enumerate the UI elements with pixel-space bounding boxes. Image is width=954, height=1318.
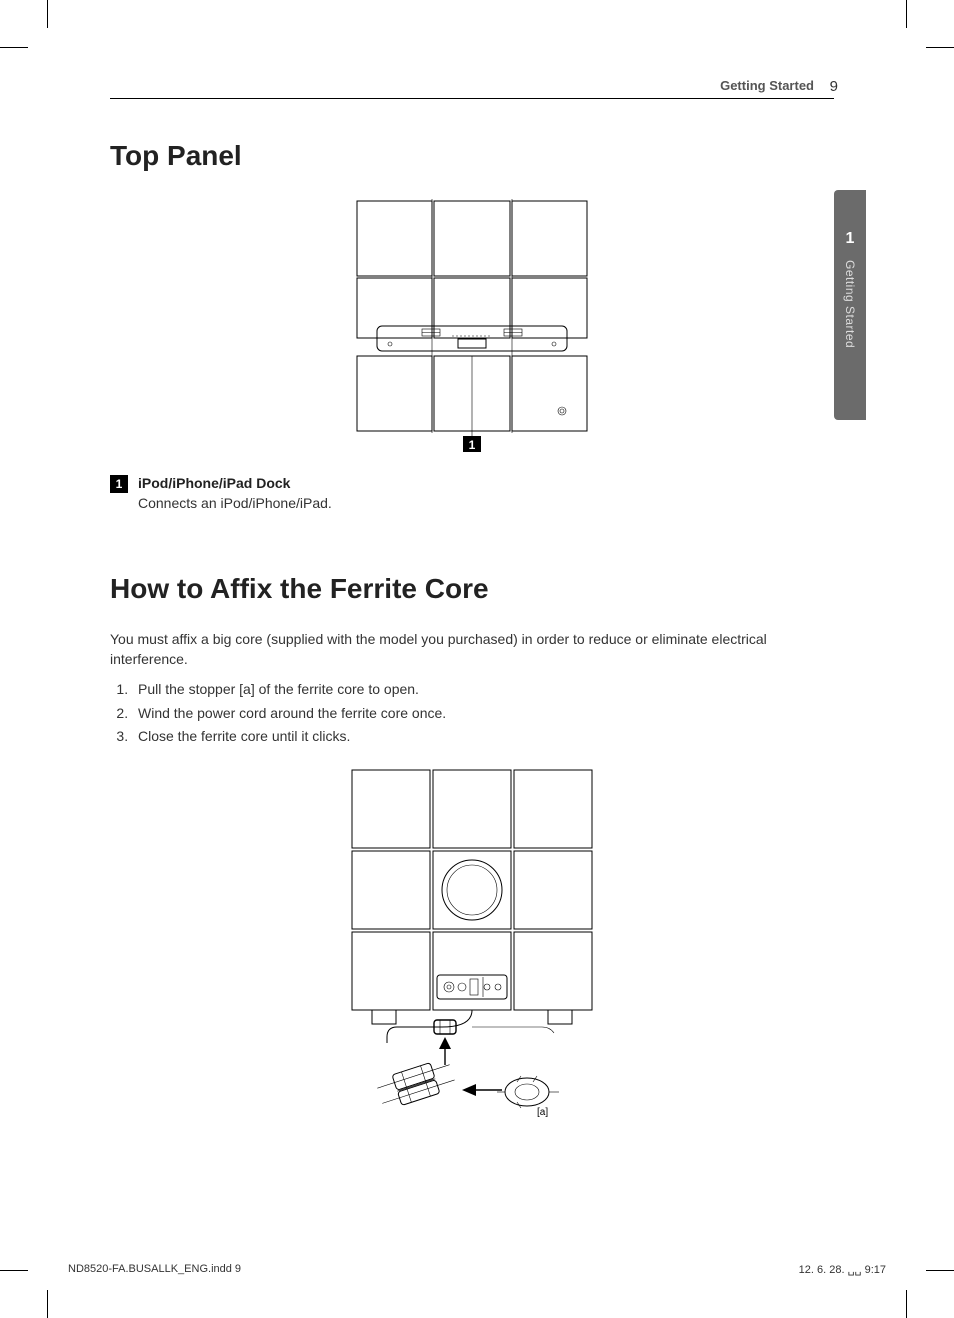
ferrite-figure: [a] [110, 765, 834, 1145]
svg-text:[a]: [a] [537, 1107, 548, 1118]
svg-text:1: 1 [469, 438, 476, 452]
ferrite-steps: Pull the stopper [a] of the ferrite core… [110, 678, 834, 749]
footer-filename: ND8520-FA.BUSALLK_ENG.indd 9 [68, 1263, 241, 1276]
header-section: Getting Started [720, 78, 814, 93]
top-panel-diagram-icon: 1 [352, 196, 592, 456]
callout-title: iPod/iPhone/iPad Dock [138, 474, 332, 494]
top-panel-heading: Top Panel [110, 140, 834, 172]
chapter-tab: 1 Getting Started [834, 190, 866, 420]
ferrite-step-3: Close the ferrite core until it clicks. [132, 725, 834, 749]
ferrite-step-2: Wind the power cord around the ferrite c… [132, 702, 834, 726]
callout-number-box: 1 [110, 475, 128, 493]
ferrite-diagram-icon: [a] [342, 765, 602, 1145]
ferrite-intro: You must affix a big core (supplied with… [110, 629, 834, 670]
top-panel-figure: 1 [110, 196, 834, 456]
ferrite-heading: How to Affix the Ferrite Core [110, 573, 834, 605]
chapter-tab-number: 1 [834, 230, 866, 248]
header-page-number: 9 [830, 78, 838, 95]
footer-timestamp: 12. 6. 28. ␣␣ 9:17 [799, 1263, 886, 1276]
chapter-tab-label: Getting Started [843, 260, 857, 348]
callout-description: Connects an iPod/iPhone/iPad. [138, 494, 332, 514]
header-rule [110, 98, 834, 99]
ferrite-step-1: Pull the stopper [a] of the ferrite core… [132, 678, 834, 702]
